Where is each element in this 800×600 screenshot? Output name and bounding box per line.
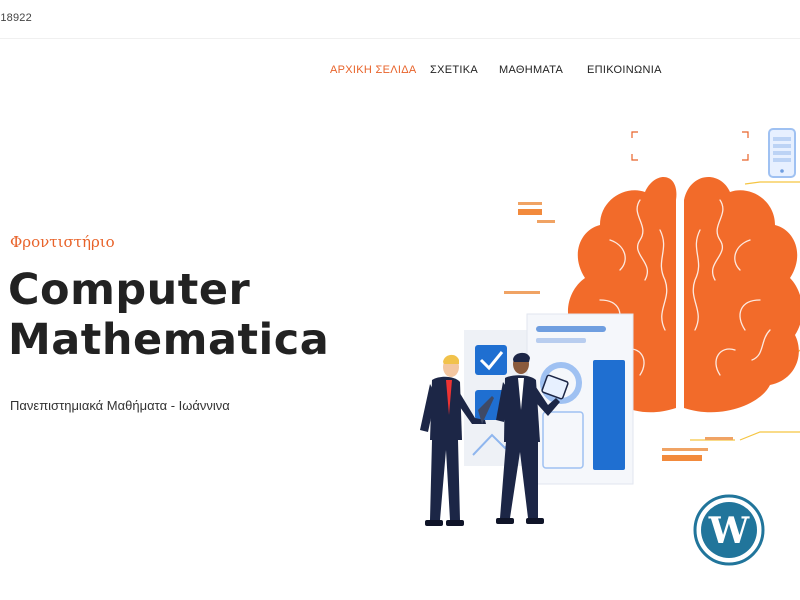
nav-item-about[interactable]: ΣΧΕΤΙΚΑ — [430, 64, 478, 76]
dashed-frame-decoration — [631, 131, 749, 161]
nav-item-courses[interactable]: ΜΑΘΗΜΑΤΑ — [499, 64, 563, 76]
mobile-phone-icon — [768, 128, 796, 178]
wordpress-logo-icon: W — [693, 494, 765, 566]
nav-item-contact[interactable]: ΕΠΙΚΟΙΝΩΝΙΑ — [587, 64, 662, 76]
phone-number[interactable]: 018922 — [0, 12, 32, 24]
hero-title-line-2: Mathematica — [8, 315, 330, 365]
hero-title: Computer Mathematica — [8, 265, 329, 365]
hero-illustration: W — [420, 128, 800, 566]
hero-title-line-1: Computer — [8, 265, 251, 315]
top-bar: 018922 — [0, 0, 800, 39]
svg-text:W: W — [708, 510, 750, 552]
hero-subtitle: Φροντιστήριο — [10, 233, 115, 251]
main-nav: ΑΡΧΙΚΗ ΣΕΛΙΔΑ ΣΧΕΤΙΚΑ ΜΑΘΗΜΑΤΑ ΕΠΙΚΟΙΝΩΝ… — [0, 64, 800, 80]
hero-tagline: Πανεπιστημιακά Μαθήματα - Ιωάννινα — [10, 398, 230, 413]
nav-item-home[interactable]: ΑΡΧΙΚΗ ΣΕΛΙΔΑ — [330, 64, 417, 76]
